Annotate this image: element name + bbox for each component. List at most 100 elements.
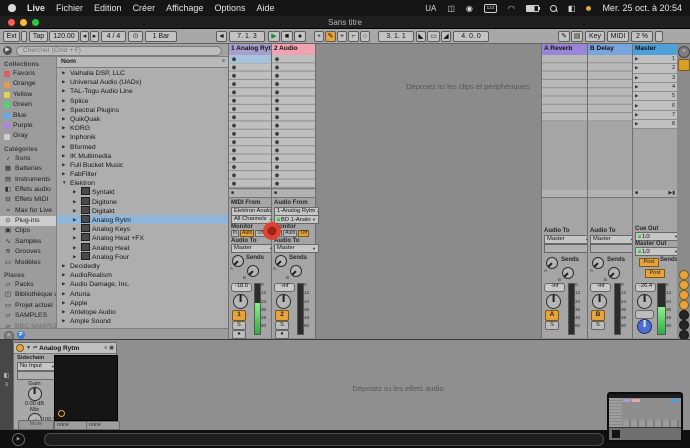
info-view-toggle[interactable]: ▶: [12, 433, 25, 446]
return-b-pan-knob[interactable]: [592, 294, 607, 309]
collection-favoris[interactable]: Favoris: [0, 69, 56, 79]
track-2-arm-button[interactable]: ●: [275, 330, 289, 339]
list-item[interactable]: ▶ Universal Audio (UADx): [57, 77, 228, 86]
list-item[interactable]: ▶ Ample Sound: [57, 316, 228, 325]
search-input[interactable]: [16, 45, 222, 56]
return-b-sub-chooser[interactable]: [590, 244, 637, 253]
panel-toggle-6[interactable]: [679, 320, 689, 330]
scene-row[interactable]: ▶ 7: [633, 110, 677, 121]
track-2-pan-knob[interactable]: [276, 294, 291, 309]
track-1-monitor-switch[interactable]: In Auto Off: [231, 230, 267, 237]
list-item[interactable]: ▶ Bformed: [57, 142, 228, 151]
scene-launch-icon[interactable]: ▶: [635, 84, 638, 90]
track-1-solo-button[interactable]: S: [232, 321, 246, 330]
return-a-send-a-knob[interactable]: [546, 257, 558, 269]
device-fold-icon[interactable]: ▼: [26, 345, 31, 351]
device-title-bar[interactable]: ▼ ⇄ Analog Rytm ≡ ▣: [14, 343, 116, 354]
plugin-badge-icon[interactable]: P: [17, 331, 25, 339]
list-item[interactable]: ▶ AudioRealism: [57, 270, 228, 279]
overdub-button[interactable]: +: [314, 31, 324, 42]
scene-launch-icon[interactable]: ▶: [635, 103, 638, 109]
ua-status[interactable]: UA: [425, 4, 436, 13]
list-item[interactable]: ▶ Splice: [57, 96, 228, 105]
list-item[interactable]: ▶ Full Bucket Music: [57, 160, 228, 169]
return-a-send-b-knob[interactable]: [562, 267, 574, 279]
track-2-send-b-knob[interactable]: [290, 265, 302, 277]
scene-launch-icon[interactable]: ▶: [635, 56, 638, 62]
scene-row[interactable]: ▶ 1: [633, 55, 677, 65]
nudge-up-button[interactable]: ▸: [90, 31, 99, 42]
track-1-activator[interactable]: 1: [232, 310, 246, 321]
return-a-slot-grid[interactable]: [542, 55, 588, 122]
send-b-post-toggle[interactable]: Post: [645, 269, 665, 278]
list-item[interactable]: ▶ FabFilter: [57, 169, 228, 178]
track-2-channel-chooser[interactable]: BD 1-Analog R▼: [274, 215, 319, 224]
return-b-slot-grid[interactable]: [588, 55, 633, 122]
return-a-pan-knob[interactable]: [546, 294, 561, 309]
send-a-post-toggle[interactable]: Post: [639, 258, 659, 267]
input-source-icon[interactable]: 123: [483, 3, 497, 13]
scene-row[interactable]: ▶ 5: [633, 92, 677, 102]
list-item[interactable]: ▶ TAL-Togu Audio Line: [57, 86, 228, 95]
sidebar-item-plug-ins[interactable]: ⊙ Plug-ins: [0, 216, 56, 227]
list-item[interactable]: ▶ Digitone: [57, 196, 228, 206]
gain-knob[interactable]: [28, 387, 42, 401]
device-activator-led[interactable]: [16, 344, 24, 352]
menu-creer[interactable]: Créer: [133, 3, 156, 13]
track-1-send-a-knob[interactable]: [232, 255, 244, 267]
loop-button[interactable]: ▭: [427, 31, 440, 42]
mute-button[interactable]: Mute: [18, 420, 54, 430]
detail-view-selector-strip[interactable]: ◧ ≡: [0, 340, 13, 431]
scene-row[interactable]: ▶ 2: [633, 64, 677, 74]
nudge-down-button[interactable]: ◂: [80, 31, 89, 42]
panel-toggle-5[interactable]: [679, 310, 689, 320]
sidebar-item-grooves[interactable]: ≋ Grooves: [0, 247, 56, 257]
panel-toggle-2[interactable]: [679, 280, 689, 290]
status-field[interactable]: [44, 433, 604, 446]
return-b-volume-display[interactable]: -inf: [590, 283, 611, 292]
screen-share-pip-window[interactable]: [607, 392, 683, 442]
loop-start-display[interactable]: 3. 1. 1: [378, 31, 414, 42]
list-item[interactable]: ▶ Valhalla DSP, LLC: [57, 68, 228, 77]
return-a-volume-display[interactable]: -inf: [544, 283, 565, 292]
sidebar-item-bibliotheque[interactable]: ◫Bibliothèque uti...: [0, 290, 56, 300]
list-item[interactable]: ▶ Antelope Audio: [57, 307, 228, 316]
metronome-toggle[interactable]: ⊙: [128, 31, 143, 42]
automation-arm-button[interactable]: ✎: [325, 31, 336, 42]
track-2-clip-slot-grid[interactable]: [272, 55, 315, 189]
list-header-nom[interactable]: Nom ≡: [57, 57, 228, 68]
sidebar-item-batteries[interactable]: ▦ Batteries: [0, 164, 56, 174]
ext-toggle[interactable]: Ext: [3, 31, 20, 42]
return-a-output-chooser[interactable]: Master▼: [544, 235, 592, 244]
device-menu-icon[interactable]: ≡: [104, 345, 107, 351]
io-square-icon[interactable]: [678, 59, 690, 71]
list-item[interactable]: ▶ Spectral Plugins: [57, 105, 228, 114]
return-a-solo-button[interactable]: S: [545, 321, 559, 330]
return-b-send-a-knob[interactable]: [592, 257, 604, 269]
collection-green[interactable]: Green: [0, 100, 56, 110]
list-item[interactable]: ▶ Analog Heat +FX: [57, 233, 228, 242]
sidebar-item-clips[interactable]: ▣ Clips: [0, 226, 56, 236]
punch-out-button[interactable]: ◢: [441, 31, 451, 42]
list-item[interactable]: ▶ Digitakt: [57, 205, 228, 215]
collection-purple[interactable]: Purple: [0, 121, 56, 131]
time-signature-display[interactable]: 4 / 4: [101, 31, 126, 42]
play-button[interactable]: ▶: [268, 31, 280, 42]
quantize-menu[interactable]: 1 Bar: [145, 31, 177, 42]
scene-launch-icon[interactable]: ▶: [635, 93, 638, 99]
list-item[interactable]: ▶ Analog Heat: [57, 242, 228, 252]
panel-toggle-1[interactable]: [679, 270, 689, 280]
panel-toggle-3[interactable]: [679, 290, 689, 300]
screen-mirror-icon[interactable]: ◫: [447, 4, 455, 13]
sidebar-item-packs[interactable]: ▱ Packs: [0, 280, 56, 290]
follow-button[interactable]: ◄: [216, 31, 227, 42]
master-volume-display[interactable]: -26.4: [635, 283, 656, 292]
sidebar-item-projet-actuel[interactable]: ▭ Projet actuel: [0, 301, 56, 311]
sidebar-item-effets-audio[interactable]: ◧ Effets audio: [0, 185, 56, 195]
collection-gray[interactable]: Gray: [0, 131, 56, 141]
list-item-selected[interactable]: ▶ Analog Rytm: [57, 215, 228, 225]
list-item[interactable]: ▶ Audio Damage, Inc.: [57, 279, 228, 288]
sidechain-sub-chooser[interactable]: [17, 371, 58, 380]
browser-nav-icon[interactable]: ▶: [3, 46, 12, 55]
reenable-automation-button[interactable]: +: [337, 31, 347, 42]
